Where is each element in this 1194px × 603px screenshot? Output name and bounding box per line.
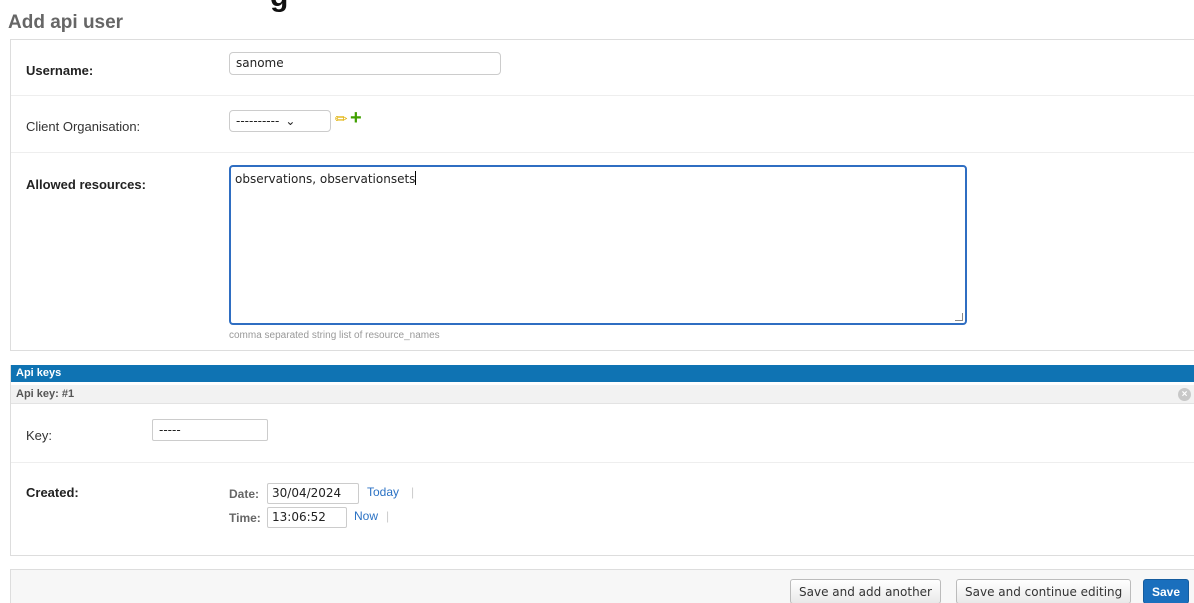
cut-off-heading: g	[270, 0, 288, 14]
edit-pencil-icon[interactable]: ✏	[335, 112, 348, 128]
key-input[interactable]: -----	[152, 419, 268, 441]
allowed-resources-row: Allowed resources: observations, observa…	[11, 153, 1194, 352]
date-input[interactable]: 30/04/2024	[267, 483, 359, 504]
main-fieldset: Username: sanome Client Organisation: --…	[10, 39, 1194, 351]
date-label: Date:	[229, 487, 260, 501]
today-link[interactable]: Today	[367, 485, 399, 499]
submit-row: Save and add another Save and continue e…	[10, 569, 1194, 603]
allowed-resources-help: comma separated string list of resource_…	[229, 330, 440, 341]
allowed-resources-textarea[interactable]: observations, observationsets	[229, 165, 967, 325]
api-key-item-title: Api key: #1	[11, 385, 1194, 404]
time-label: Time:	[229, 511, 261, 525]
remove-icon[interactable]: ×	[1178, 388, 1191, 401]
username-row: Username: sanome	[11, 40, 1194, 96]
created-label: Created:	[26, 485, 79, 500]
key-label: Key:	[26, 428, 53, 443]
save-button[interactable]: Save	[1143, 579, 1190, 603]
client-organisation-select[interactable]: ---------- ⌄	[229, 110, 331, 132]
chevron-down-icon: ⌄	[285, 114, 296, 128]
save-and-add-another-button[interactable]: Save and add another	[790, 579, 941, 603]
time-input[interactable]: 13:06:52	[267, 507, 347, 528]
page-title: Add api user	[8, 12, 124, 33]
page: g Add api user Username: sanome Client O…	[0, 0, 1194, 603]
allowed-resources-label: Allowed resources:	[26, 177, 146, 192]
created-row: Created: Date: 30/04/2024 Today | Time: …	[11, 463, 1194, 556]
today-separator: |	[411, 485, 415, 499]
add-plus-icon[interactable]: +	[350, 108, 362, 128]
resize-grip-icon[interactable]	[955, 313, 963, 321]
client-organisation-row: Client Organisation: ---------- ⌄ ✏ +	[11, 96, 1194, 153]
username-input[interactable]: sanome	[229, 52, 501, 75]
now-separator: |	[386, 509, 390, 523]
api-keys-header: Api keys	[11, 365, 1194, 382]
text-caret	[415, 171, 417, 185]
api-keys-inline: Api keys Api key: #1 × Key: ----- Create…	[10, 365, 1194, 556]
username-label: Username:	[26, 63, 94, 78]
client-organisation-selected: ----------	[236, 114, 280, 128]
client-organisation-label: Client Organisation:	[26, 119, 141, 134]
save-and-continue-editing-button[interactable]: Save and continue editing	[956, 579, 1132, 603]
allowed-resources-text: observations, observationsets	[235, 172, 416, 186]
now-link[interactable]: Now	[354, 509, 378, 523]
key-row: Key: -----	[11, 404, 1194, 463]
